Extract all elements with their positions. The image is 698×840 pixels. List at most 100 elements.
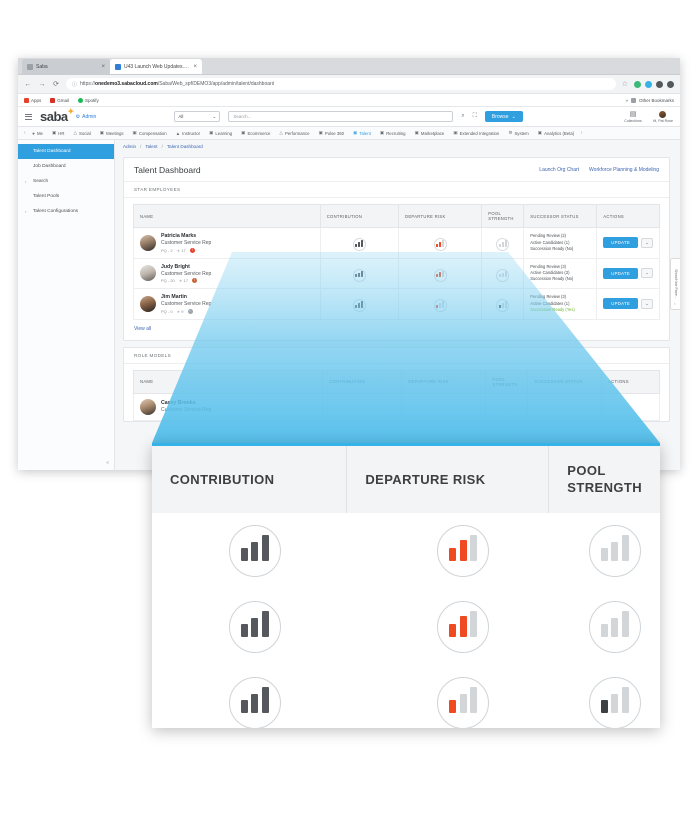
bookmark-label: Apps xyxy=(31,97,42,103)
nav-item-recruiting[interactable]: ▣ Recruiting xyxy=(375,130,410,136)
social-icon: △ xyxy=(73,130,78,135)
close-icon[interactable]: × xyxy=(101,64,105,70)
sidebar-item-talent-dashboard[interactable]: Talent Dashboard xyxy=(18,144,114,159)
search-input[interactable]: Search... xyxy=(228,111,454,122)
back-icon[interactable]: ← xyxy=(24,81,32,88)
collections-button[interactable]: ▤ Collections xyxy=(624,111,642,123)
callout-cell-contribution xyxy=(152,601,357,653)
content-area: Admin / Talent / Talent Dashboard Talent… xyxy=(115,140,680,470)
forward-icon[interactable]: → xyxy=(38,81,46,88)
nav-item-instructor[interactable]: ▲ Instructor xyxy=(171,131,204,136)
breadcrumb-admin[interactable]: Admin xyxy=(123,144,136,149)
extension-icon-1[interactable] xyxy=(634,80,641,88)
address-bar[interactable]: ⓘ https://onedemo3.sabacloud.com/Saba/We… xyxy=(66,78,616,90)
bookmark-apps[interactable]: Apps xyxy=(24,97,42,103)
table-row[interactable]: Casey Brooks Customer Service Rep xyxy=(132,393,660,421)
star-rating: ★ 17 xyxy=(177,248,186,253)
cell-actions xyxy=(601,393,660,421)
row-actions: UPDATE ⌄ xyxy=(603,298,653,310)
cell-departure-risk xyxy=(397,227,483,259)
browser-tabstrip: Saba × U43 Launch Web Updates.doc × xyxy=(18,58,680,75)
nav-item-analytics[interactable]: ▣ Analytics (Beta) xyxy=(533,130,578,136)
star-count: 9 xyxy=(181,308,184,314)
pool-strength-bars-icon xyxy=(588,525,641,577)
nav-scroll-right-icon[interactable]: › xyxy=(579,130,585,136)
chevron-down-icon: ⌄ xyxy=(212,113,217,119)
user-menu[interactable]: Hi, Pat Rose xyxy=(653,110,673,123)
site-info-icon[interactable]: ⓘ xyxy=(72,81,77,88)
nav-item-social[interactable]: △ Social xyxy=(69,130,95,136)
person-meta: PQ - 2 ★ 17 ! xyxy=(161,247,211,253)
nav-item-performance[interactable]: △ Performance xyxy=(275,130,314,136)
nav-item-ecommerce[interactable]: ▣ Ecommerce xyxy=(237,130,275,136)
collapse-sidebar-icon[interactable]: « xyxy=(106,460,109,466)
hamburger-icon[interactable] xyxy=(25,113,32,120)
admin-switcher[interactable]: ⚙ Admin xyxy=(76,114,97,120)
chrome-menu-icon[interactable] xyxy=(667,80,674,88)
bookmark-spotify[interactable]: Spotify xyxy=(78,97,99,103)
folder-icon xyxy=(630,97,636,103)
sidebar-item-talent-configurations[interactable]: › Talent Configurations xyxy=(18,204,114,219)
sidebar-item-search[interactable]: › Search xyxy=(18,174,114,189)
person-name[interactable]: Jim Martin xyxy=(161,294,211,300)
table-row[interactable]: Jim Martin Customer Service Rep PQ - 0 ★… xyxy=(133,288,660,320)
contribution-bars-icon xyxy=(228,525,281,577)
nav-item-extended-integration[interactable]: ▣ Extended Integration xyxy=(449,130,504,136)
browser-tab-saba[interactable]: Saba × xyxy=(22,59,110,74)
sidebar-item-label: Job Dashboard xyxy=(33,164,66,169)
nav-item-hr[interactable]: ▣ HR xyxy=(47,130,69,136)
table-row[interactable]: Patricia Marks Customer Service Rep PQ -… xyxy=(133,227,660,259)
breadcrumb-talent[interactable]: Talent xyxy=(145,144,157,149)
nav-item-marketplace[interactable]: ▣ Marketplace xyxy=(410,130,449,136)
cell-successor-status xyxy=(527,393,603,421)
person-name[interactable]: Casey Brooks xyxy=(161,400,211,406)
other-bookmarks[interactable]: » Other Bookmarks xyxy=(625,97,674,103)
profile-icon[interactable] xyxy=(656,80,663,88)
star-employees-table: NAME CONTRIBUTION DEPARTURE RISK POOL ST… xyxy=(133,204,660,320)
person-name[interactable]: Judy Bright xyxy=(161,264,211,270)
nav-item-compensation[interactable]: ▣ Compensation xyxy=(128,130,171,136)
cell-name: Judy Bright Customer Service Rep PQ - 20… xyxy=(133,258,321,289)
column-header-pool-strength: POOL STRENGTH xyxy=(481,204,525,228)
nav-item-talent[interactable]: ▣ Talent xyxy=(349,130,376,136)
browser-tab-doc[interactable]: U43 Launch Web Updates.doc × xyxy=(110,59,202,74)
column-header-pool-strength: POOL STRENGTH xyxy=(485,369,529,394)
successor-status: Pending Review (2) Active Candidates (1)… xyxy=(530,233,590,252)
bookmark-gmail[interactable]: Gmail xyxy=(50,97,69,103)
close-icon[interactable]: × xyxy=(193,64,197,70)
browse-button[interactable]: Browse ⌄ xyxy=(484,111,523,122)
actions-dropdown-button[interactable]: ⌄ xyxy=(640,268,653,279)
breadcrumb-current: Talent Dashboard xyxy=(166,144,203,149)
nav-item-learning[interactable]: ▣ Learning xyxy=(205,130,237,136)
callout-header-pool-strength: POOL STRENGTH xyxy=(567,463,642,495)
nav-item-meetings[interactable]: ▣ Meetings xyxy=(95,130,128,136)
view-all-link[interactable]: View all xyxy=(124,320,669,340)
nav-item-system[interactable]: ⚙ System xyxy=(504,130,533,136)
search-icon[interactable]: ⌕ xyxy=(461,113,464,120)
show-hide-pane-tab[interactable]: Show/Hide Pane... ‹ xyxy=(670,258,680,310)
search-scope-select[interactable]: All ⌄ xyxy=(174,111,221,122)
update-button[interactable]: UPDATE xyxy=(603,267,638,279)
actions-dropdown-button[interactable]: ⌄ xyxy=(640,237,653,248)
launch-org-chart-link[interactable]: Launch Org Chart xyxy=(539,167,579,173)
update-button[interactable]: UPDATE xyxy=(603,298,638,310)
extension-icon-2[interactable] xyxy=(645,80,652,88)
sidebar: Talent Dashboard Job Dashboard › Search … xyxy=(18,140,115,470)
nav-item-me[interactable]: ● Me xyxy=(28,131,48,136)
table-row[interactable]: Judy Bright Customer Service Rep PQ - 20… xyxy=(133,258,660,289)
nav-item-pulse360[interactable]: ▣ Pulse 360 xyxy=(314,130,348,136)
workforce-planning-link[interactable]: Workforce Planning & Modeling xyxy=(589,167,659,173)
sidebar-item-job-dashboard[interactable]: Job Dashboard xyxy=(18,159,114,174)
expand-icon[interactable]: ⛶ xyxy=(473,113,477,120)
nav-label: Recruiting xyxy=(386,130,406,136)
update-button[interactable]: UPDATE xyxy=(603,237,638,249)
status-badge: ! xyxy=(189,247,195,253)
reload-icon[interactable]: ⟳ xyxy=(52,80,60,88)
nav-label: Analytics (Beta) xyxy=(544,130,575,136)
overflow-icon[interactable]: » xyxy=(625,98,628,103)
bookmark-star-icon[interactable]: ☆ xyxy=(622,80,628,88)
actions-dropdown-button[interactable]: ⌄ xyxy=(640,298,653,309)
sidebar-item-talent-pools[interactable]: Talent Pools xyxy=(18,189,114,204)
scope-value: All xyxy=(178,114,184,119)
person-name[interactable]: Patricia Marks xyxy=(161,233,211,239)
